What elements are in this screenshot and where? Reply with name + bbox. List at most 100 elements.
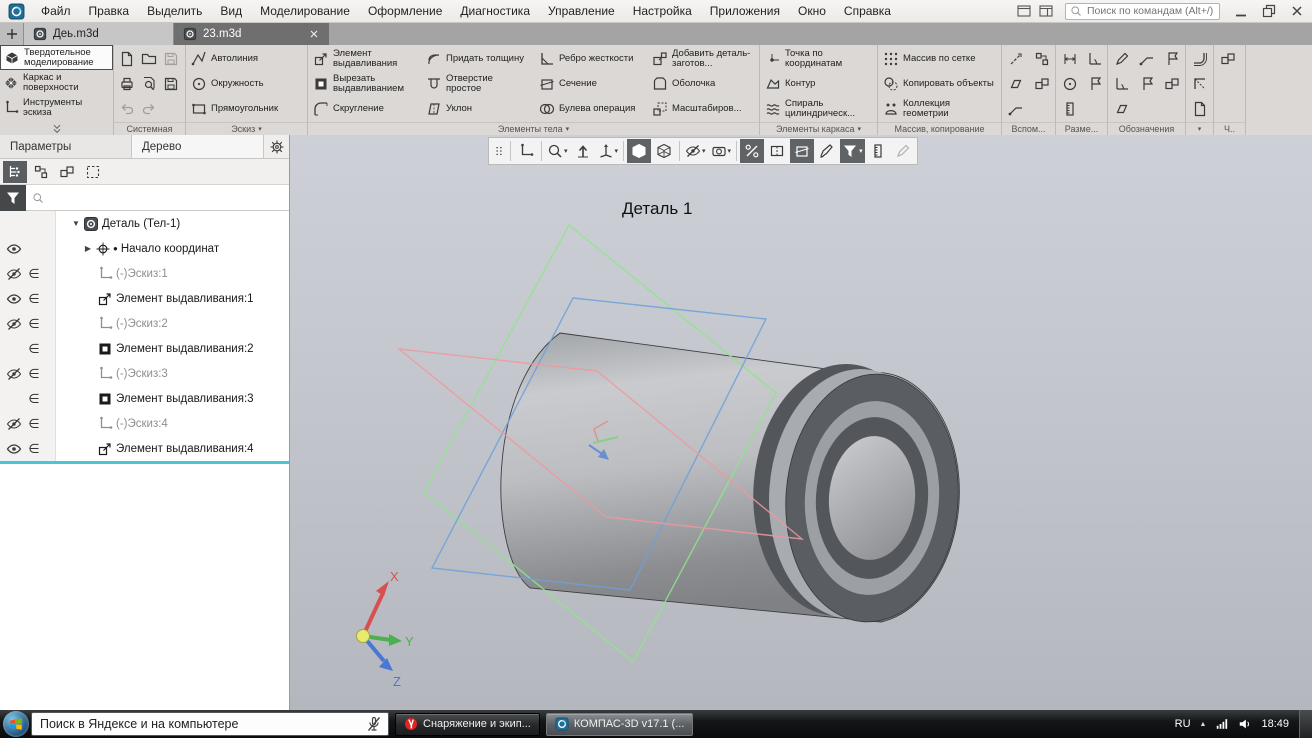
zoom-button[interactable]: ▾ — [545, 139, 570, 163]
shaded-display-button[interactable] — [627, 139, 651, 163]
tab-parameters[interactable]: Параметры — [0, 135, 131, 158]
notation-cone-button[interactable] — [1109, 96, 1134, 121]
expander-icon[interactable]: ▶ — [82, 244, 94, 253]
tree-relations-view-button[interactable] — [29, 161, 53, 183]
taskbar-app-kompas[interactable]: КОМПАС-3D v17.1 (... — [546, 713, 694, 736]
render-style-button[interactable] — [815, 139, 839, 163]
print-button[interactable] — [116, 71, 138, 96]
grid-array-button[interactable]: Массив по сетке — [878, 46, 1002, 71]
tree-row-extrude3[interactable]: ∈ Элемент выдавливания:3 — [0, 386, 289, 411]
menu-select[interactable]: Выделить — [138, 0, 211, 23]
new-document-button[interactable] — [116, 46, 138, 71]
tab-document-2[interactable]: 23.m3d — [174, 23, 329, 45]
tree-row-origin[interactable]: ▶ ● Начало координат — [0, 236, 289, 261]
command-search-input[interactable] — [1085, 4, 1215, 18]
cylindrical-spiral-button[interactable]: Спираль цилиндрическ... — [760, 96, 878, 121]
boolean-button[interactable]: Булева операция — [534, 96, 647, 121]
notation-position-button[interactable] — [1134, 71, 1159, 96]
autoline-button[interactable]: Автолиния — [186, 46, 308, 71]
rib-button[interactable]: Ребро жесткости — [534, 46, 647, 71]
open-document-button[interactable] — [138, 46, 160, 71]
new-tab-button[interactable] — [0, 23, 24, 45]
hidden-icons-button[interactable]: ▲ — [1200, 721, 1207, 728]
mode-solid-modeling[interactable]: Твердотельное моделирование — [0, 45, 113, 70]
notation-datum-button[interactable] — [1159, 46, 1184, 71]
layout-split-icon[interactable] — [1035, 2, 1057, 20]
sheet-bend-button[interactable] — [1187, 46, 1213, 71]
menu-file[interactable]: Файл — [32, 0, 80, 23]
display-mode-button[interactable]: ▾ — [709, 139, 734, 163]
clock[interactable]: 18:49 — [1261, 718, 1289, 730]
tree-row-extrude1[interactable]: ∈ Элемент выдавливания:1 — [0, 286, 289, 311]
aux-cs-button[interactable] — [1029, 46, 1055, 71]
geometry-collection-button[interactable]: Коллекция геометрии — [878, 96, 1002, 121]
dim-angular-button[interactable] — [1082, 46, 1107, 71]
viewport-3d[interactable]: X Y Z Деталь 1 ▾ ▾ ▾ ▾ — [290, 135, 1312, 710]
menu-window[interactable]: Окно — [789, 0, 835, 23]
dim-leader-button[interactable] — [1082, 71, 1107, 96]
filter-funnel-button[interactable] — [0, 185, 26, 211]
thicken-button[interactable]: Придать толщину — [421, 46, 534, 71]
eye-icon[interactable] — [6, 441, 22, 457]
print-preview-button[interactable] — [138, 71, 160, 96]
sheet-corner-button[interactable] — [1187, 96, 1213, 121]
notation-mark-button[interactable] — [1109, 71, 1134, 96]
language-indicator[interactable]: RU — [1175, 718, 1191, 730]
tree-row-extrude4[interactable]: ∈ Элемент выдавливания:4 — [0, 436, 289, 461]
tree-row-sketch2[interactable]: ∈ (-)Эскиз:2 — [0, 311, 289, 336]
tree-row-root[interactable]: ▼ Деталь (Тел-1) — [0, 211, 289, 236]
eye-icon[interactable] — [6, 241, 22, 257]
menu-view[interactable]: Вид — [211, 0, 251, 23]
taskbar-app-browser[interactable]: Снаряжение и экип... — [395, 713, 540, 736]
yandex-search-input[interactable] — [38, 716, 360, 732]
fillet-button[interactable]: Скругление — [308, 96, 421, 121]
shell-button[interactable]: Оболочка — [647, 71, 760, 96]
layout-single-icon[interactable] — [1013, 2, 1035, 20]
aux-local-cs-button[interactable] — [1029, 71, 1055, 96]
extrude-button[interactable]: Элемент выдавливания — [308, 46, 421, 71]
eye-icon[interactable] — [6, 291, 22, 307]
orientation-button[interactable] — [571, 139, 595, 163]
sheet-bend2-button[interactable] — [1187, 71, 1213, 96]
snap-settings-button[interactable] — [740, 139, 764, 163]
tree-row-sketch4[interactable]: ∈ (-)Эскиз:4 — [0, 411, 289, 436]
toolbar-grip-icon[interactable] — [491, 139, 507, 163]
mode-sketch-tools[interactable]: Инструменты эскиза — [0, 95, 113, 120]
draft-button[interactable]: Уклон — [421, 96, 534, 121]
expander-icon[interactable]: ▼ — [70, 219, 82, 228]
app-logo-icon[interactable] — [8, 3, 25, 20]
menu-diagnostics[interactable]: Диагностика — [451, 0, 539, 23]
notation-roughness-button[interactable] — [1109, 46, 1134, 71]
menu-applications[interactable]: Приложения — [701, 0, 789, 23]
speaker-icon[interactable] — [1238, 717, 1252, 731]
start-button[interactable] — [3, 711, 29, 737]
aux-spline-button[interactable] — [1003, 96, 1029, 121]
tree-components-view-button[interactable] — [55, 161, 79, 183]
dim-auto-button[interactable] — [1057, 96, 1082, 121]
eye-slash-icon[interactable] — [6, 416, 22, 432]
measure-button[interactable] — [866, 139, 890, 163]
collapse-modes-icon[interactable] — [0, 123, 113, 135]
clip-view-button[interactable] — [765, 139, 789, 163]
close-button[interactable] — [1284, 1, 1310, 21]
menu-layout[interactable]: Оформление — [359, 0, 451, 23]
copy-objects-button[interactable]: Копировать объекты — [878, 71, 1002, 96]
tab-document-1[interactable]: Деь.m3d — [24, 23, 174, 45]
menu-help[interactable]: Справка — [835, 0, 900, 23]
view-axes-button[interactable]: ▾ — [596, 139, 621, 163]
tree-search-input[interactable] — [26, 185, 289, 210]
mode-wireframe-surfaces[interactable]: Каркас и поверхности — [0, 70, 113, 95]
tree-selection-view-button[interactable] — [81, 161, 105, 183]
drawing-views-button[interactable] — [1215, 46, 1241, 71]
command-search[interactable] — [1065, 3, 1220, 20]
eye-slash-icon[interactable] — [6, 266, 22, 282]
menu-settings[interactable]: Настройка — [624, 0, 701, 23]
menu-modeling[interactable]: Моделирование — [251, 0, 359, 23]
add-part-button[interactable]: Добавить деталь-заготов... — [647, 46, 760, 71]
tab-close-icon[interactable] — [308, 28, 320, 40]
simple-hole-button[interactable]: Отверстие простое — [421, 71, 534, 96]
tab-tree[interactable]: Дерево — [131, 135, 263, 158]
create-sketch-button[interactable] — [514, 139, 538, 163]
minimize-button[interactable] — [1228, 1, 1254, 21]
rectangle-button[interactable]: Прямоугольник — [186, 96, 308, 121]
